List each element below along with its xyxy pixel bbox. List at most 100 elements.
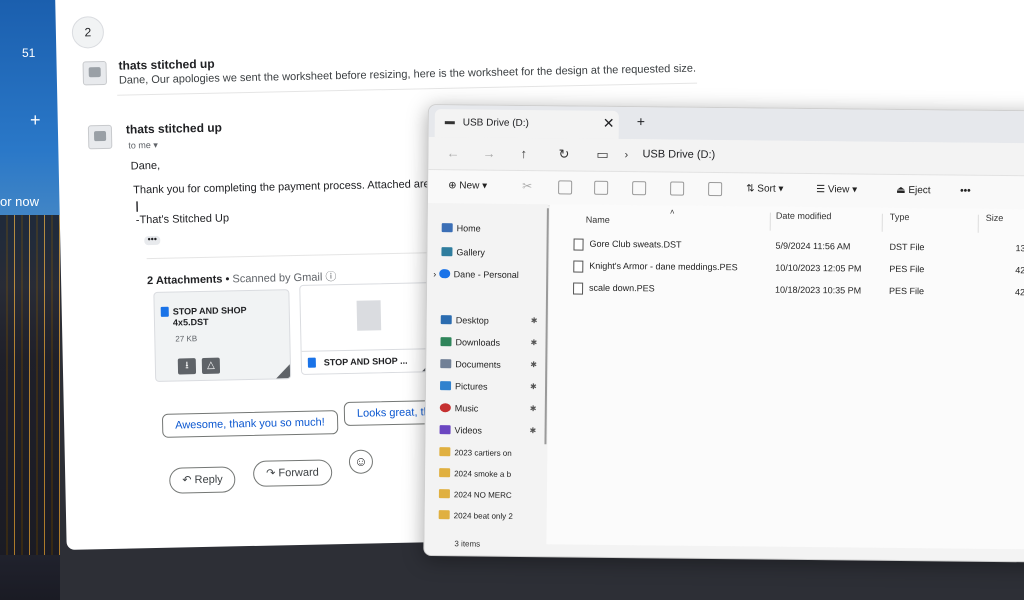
status-bar-item-count: 3 items [454,539,481,549]
sidebar-label: 2024 NO MERC [453,490,512,500]
column-header-type[interactable]: Type [890,212,910,222]
sidebar-folder[interactable]: 2024 smoke a b [439,468,511,479]
download-icon[interactable]: ⭳ [177,358,197,375]
message-sender[interactable]: thats stitched up [126,121,222,137]
emoji-reaction-button[interactable]: ☺ [348,449,374,474]
refresh-icon[interactable]: ↻ [558,146,569,162]
attachment-card[interactable]: STOP AND SHOP ... [299,282,438,375]
back-icon[interactable]: ← [446,145,459,160]
sidebar-label: Music [454,403,479,414]
desktop-count: 51 [22,46,36,60]
sidebar-folder[interactable]: 2024 NO MERC [438,489,512,500]
sidebar-label: Desktop [455,315,489,326]
pin-icon[interactable]: ✱ [531,316,538,325]
folder-icon [438,510,450,520]
forward-button[interactable]: ↷ Forward [252,459,333,487]
sidebar-folder[interactable]: 2024 beat only 2 [438,510,513,521]
chevron-right-icon: › [624,149,629,162]
home-icon [441,223,453,233]
column-divider[interactable] [769,212,771,231]
sort-label: Sort [757,183,776,195]
sort-chevron-icon: ˄ [669,207,675,217]
reply-button[interactable]: ↶ Reply [169,466,236,494]
sort-icon: ⇅ [746,183,758,195]
view-button[interactable]: ☰ View ▾ [816,184,857,195]
music-icon [439,403,451,413]
file-icon [573,238,584,251]
new-label: New [459,180,480,192]
eject-label: Eject [908,185,931,197]
sidebar-item-documents[interactable]: Documents [440,359,501,370]
sidebar-item-gallery[interactable]: Gallery [441,247,485,258]
share-icon[interactable] [670,181,685,196]
file-name: scale down.PES [589,282,655,294]
documents-icon [440,359,452,369]
folder-icon [438,489,450,499]
paste-icon[interactable] [594,180,609,195]
column-divider[interactable] [881,213,883,232]
delete-icon[interactable] [708,181,723,197]
file-row[interactable]: scale down.PES 10/18/2023 10:35 PM PES F… [549,278,1024,305]
monitor-icon[interactable]: ▭ [596,147,608,163]
column-header-date[interactable]: Date modified [776,211,832,222]
download-icon [440,337,452,347]
smart-reply-chip[interactable]: Awesome, thank you so much! [161,410,338,438]
sidebar-item-onedrive[interactable]: › Dane - Personal [433,269,519,280]
separator-dot: • [225,273,230,286]
attachment-card[interactable]: STOP AND SHOP 4x5.DST 27 KB ⭳ △ [153,289,292,382]
attachments-count: 2 Attachments [146,273,223,288]
column-header-size[interactable]: Size [986,213,1004,223]
message-sender[interactable]: thats stitched up [118,57,214,73]
folder-icon [439,468,451,478]
file-size: 13 [1015,243,1024,254]
onedrive-cloud-icon [438,269,450,279]
column-header-name[interactable]: Name [586,215,610,225]
sort-button[interactable]: ⇅ Sort ▾ [746,183,783,194]
cut-icon[interactable]: ✂ [522,179,532,193]
file-size: 42 [1015,287,1024,298]
file-list: Name ˄ Date modified Type Size Gore Club… [546,204,1024,550]
tab-usb-drive[interactable]: USB Drive (D:) ✕ [434,109,619,139]
sidebar-item-pictures[interactable]: Pictures [440,381,488,392]
new-button[interactable]: ⊕ New ▾ [448,180,487,191]
pin-icon[interactable]: ✱ [530,426,537,435]
file-name: Gore Club sweats.DST [589,238,682,250]
more-options-button[interactable]: ••• [960,186,971,197]
file-icon [573,260,584,273]
attachment-footer: STOP AND SHOP ... [301,348,437,374]
pin-icon[interactable]: ✱ [530,382,537,391]
sidebar-item-downloads[interactable]: Downloads [440,337,500,348]
save-to-drive-icon[interactable]: △ [201,357,221,375]
file-explorer-window: USB Drive (D:) ✕ + ← → ↑ ↻ ▭ › USB Drive… [423,104,1024,563]
pin-icon[interactable]: ✱ [530,338,537,347]
sidebar-item-videos[interactable]: Videos [439,425,482,436]
new-tab-button[interactable]: + [637,113,645,129]
view-label: View [827,184,850,196]
city-lights-wallpaper [0,215,60,555]
sidebar-item-home[interactable]: Home [441,223,481,234]
rename-icon[interactable] [632,181,647,196]
breadcrumb[interactable]: USB Drive (D:) [642,148,715,161]
thread-count-badge[interactable]: 2 [71,15,105,49]
forward-icon: ↷ [266,467,279,480]
folder-icon [439,447,451,457]
file-date: 5/9/2024 11:56 AM [775,240,851,252]
sidebar-folder[interactable]: 2023 cartiers on [439,447,512,458]
recipient-dropdown[interactable]: to me ▾ [128,140,158,152]
pin-icon[interactable]: ✱ [530,404,537,413]
sidebar-item-desktop[interactable]: Desktop [440,315,489,326]
column-divider[interactable] [977,214,979,233]
eject-button[interactable]: ⏏ Eject [896,185,931,196]
sidebar-item-music[interactable]: Music [439,403,479,414]
up-icon[interactable]: ↑ [520,146,527,161]
navigation-pane: Home Gallery › Dane - Personal Desktop ✱… [424,203,548,545]
close-icon[interactable]: ✕ [603,115,615,132]
add-icon[interactable]: + [30,110,41,131]
desktop-icon [440,315,452,325]
show-trimmed-button[interactable]: ••• [144,234,161,246]
file-type: DST File [889,241,925,253]
pin-icon[interactable]: ✱ [530,360,537,369]
copy-icon[interactable] [558,180,573,195]
scanned-by-gmail: Scanned by Gmail ⓘ [232,271,337,286]
forward-icon[interactable]: → [482,146,495,161]
